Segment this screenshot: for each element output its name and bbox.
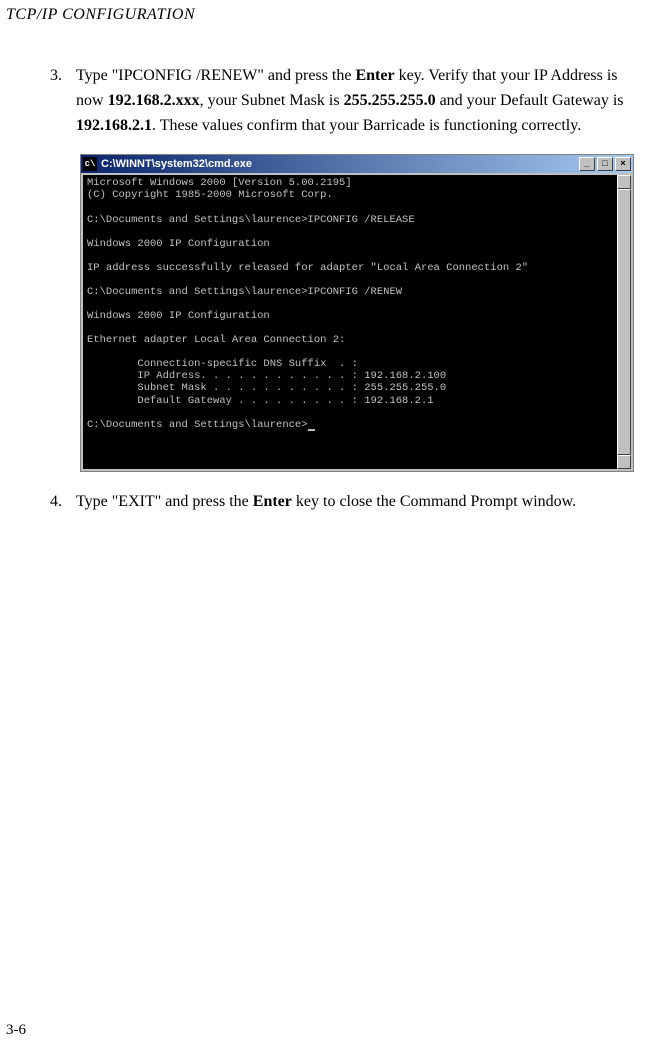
step-3-text: Type "IPCONFIG /RENEW" and press the Ent… (76, 64, 640, 138)
step-4-number: 4. (50, 490, 76, 515)
cursor-icon (308, 419, 315, 431)
cmd-window: c\ C:\WINNT\system32\cmd.exe _ □ × Micro… (80, 154, 634, 472)
step3-b4: 192.168.2.1 (76, 117, 152, 134)
scroll-down-icon[interactable]: ▼ (617, 455, 631, 469)
terminal-output: Microsoft Windows 2000 [Version 5.00.219… (83, 175, 631, 469)
titlebar: c\ C:\WINNT\system32\cmd.exe _ □ × (81, 155, 633, 173)
command-prompt-screenshot: c\ C:\WINNT\system32\cmd.exe _ □ × Micro… (80, 154, 634, 472)
maximize-button[interactable]: □ (597, 157, 613, 171)
terminal-text: Microsoft Windows 2000 [Version 5.00.219… (87, 177, 528, 430)
window-title: C:\WINNT\system32\cmd.exe (101, 158, 579, 170)
step3-t5: . These values confirm that your Barrica… (152, 117, 581, 134)
page-number: 3-6 (6, 1022, 26, 1039)
step3-t3: , your Subnet Mask is (200, 92, 344, 109)
step4-t2: key to close the Command Prompt window. (292, 493, 576, 510)
window-buttons: _ □ × (579, 157, 631, 171)
minimize-button[interactable]: _ (579, 157, 595, 171)
step3-t4: and your Default Gateway is (436, 92, 624, 109)
step-3-number: 3. (50, 64, 76, 138)
step-4-text: Type "EXIT" and press the Enter key to c… (76, 490, 640, 515)
step-3: 3. Type "IPCONFIG /RENEW" and press the … (50, 64, 640, 138)
scrollbar-thumb[interactable] (617, 189, 631, 455)
step3-b2: 192.168.2.xxx (108, 92, 200, 109)
scroll-up-icon[interactable]: ▲ (617, 175, 631, 189)
step4-b1: Enter (253, 493, 292, 510)
step3-t1: Type "IPCONFIG /RENEW" and press the (76, 67, 355, 84)
header-text: TCP/IP CONFIGURATION (6, 6, 195, 23)
step3-b1: Enter (355, 67, 394, 84)
step-4: 4. Type "EXIT" and press the Enter key t… (50, 490, 640, 515)
content-area: 3. Type "IPCONFIG /RENEW" and press the … (0, 24, 650, 515)
step4-t1: Type "EXIT" and press the (76, 493, 253, 510)
cmd-icon: c\ (83, 157, 97, 171)
terminal-scrollbar[interactable]: ▲ ▼ (617, 175, 631, 469)
close-button[interactable]: × (615, 157, 631, 171)
step3-b3: 255.255.255.0 (344, 92, 436, 109)
page-header: TCP/IP CONFIGURATION (0, 0, 650, 24)
